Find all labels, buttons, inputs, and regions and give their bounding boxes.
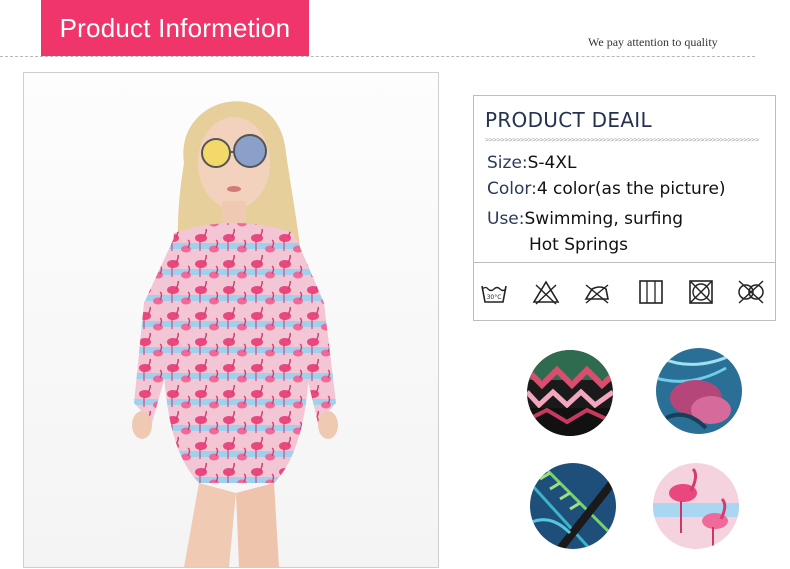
- no-tumble-dry-icon: [689, 280, 713, 304]
- arrow-divider: >>>>>>>>>>>>>>>>>>>>>>>>>>>>>>>>>>>>>>>>…: [485, 136, 760, 144]
- flamingo-pattern-icon: [653, 463, 739, 549]
- geometric-pattern-icon: [527, 350, 613, 436]
- blue-fern-pattern-icon: [530, 463, 616, 549]
- detail-title: PRODUCT DEAIL: [485, 108, 652, 132]
- tagline: We pay attention to quality: [588, 35, 718, 49]
- header-tab: Product Informetion: [41, 0, 309, 56]
- use-row-2: Hot Springs: [529, 235, 628, 255]
- care-icons-row: 30°C: [474, 262, 775, 321]
- use-row: Use:Swimming, surfing: [487, 209, 683, 229]
- size-label: Size:: [487, 153, 528, 173]
- swatch-blue-fern[interactable]: [530, 463, 616, 549]
- drip-dry-icon: [639, 280, 663, 304]
- no-dry-clean-icon: [738, 280, 764, 304]
- color-row: Color:4 color(as the picture): [487, 179, 726, 199]
- page-title: Product Informetion: [59, 12, 291, 43]
- wash-30-icon: 30°C: [481, 285, 507, 303]
- no-bleach-icon: [532, 280, 560, 305]
- color-label: Color:: [487, 179, 537, 199]
- product-detail-box: PRODUCT DEAIL >>>>>>>>>>>>>>>>>>>>>>>>>>…: [473, 95, 776, 321]
- use-value-2: Hot Springs: [529, 235, 628, 255]
- swatch-tropical[interactable]: [656, 348, 742, 434]
- swatch-flamingo[interactable]: [653, 463, 739, 549]
- tropical-leaf-pattern-icon: [656, 348, 742, 434]
- size-value: S-4XL: [527, 153, 577, 173]
- use-value: Swimming, surfing: [524, 209, 684, 229]
- use-label: Use:: [487, 209, 525, 229]
- wash-temp-text: 30°C: [487, 294, 502, 301]
- product-photo: [23, 72, 439, 568]
- header-divider: [0, 56, 755, 57]
- color-value: 4 color(as the picture): [536, 179, 726, 199]
- no-iron-icon: [584, 284, 609, 304]
- size-row: Size:S-4XL: [487, 153, 576, 173]
- model-illustration: [24, 73, 438, 567]
- swatch-geometric[interactable]: [527, 350, 613, 436]
